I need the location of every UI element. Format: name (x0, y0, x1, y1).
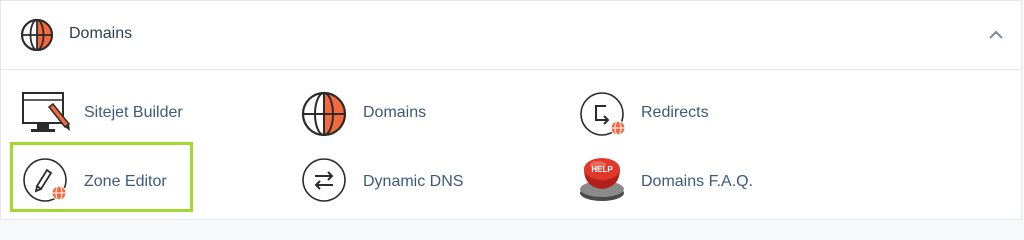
sitejet-builder-icon (22, 92, 71, 132)
globe-icon (21, 19, 53, 51)
domains-label: Domains (363, 104, 427, 121)
domains-link[interactable]: Domains (300, 90, 500, 146)
sitejet-builder-link[interactable]: Sitejet Builder (21, 87, 221, 143)
zone-editor-label: Zone Editor (84, 173, 167, 190)
redirects-label: Redirects (641, 104, 709, 121)
zone-editor-link[interactable]: Zone Editor (21, 156, 191, 212)
domains-faq-label: Domains F.A.Q. (641, 173, 754, 190)
globe-icon (301, 91, 347, 137)
zone-editor-icon (23, 158, 67, 202)
redirects-icon (580, 92, 626, 136)
domains-faq-link[interactable]: HELP Domains F.A.Q. (578, 153, 778, 209)
domains-panel: Domains Sitejet Builder Domains Redirect… (0, 0, 1022, 220)
domains-panel-header[interactable]: Domains (1, 1, 1021, 70)
dynamic-dns-icon (302, 158, 346, 202)
chevron-up-icon[interactable] (987, 28, 1005, 42)
help-badge-text: HELP (591, 165, 613, 174)
dynamic-dns-label: Dynamic DNS (363, 173, 464, 190)
redirects-link[interactable]: Redirects (578, 90, 778, 146)
help-button-icon: HELP (580, 158, 624, 201)
sitejet-builder-label: Sitejet Builder (84, 104, 183, 121)
panel-title: Domains (69, 25, 133, 42)
dynamic-dns-link[interactable]: Dynamic DNS (300, 156, 500, 212)
